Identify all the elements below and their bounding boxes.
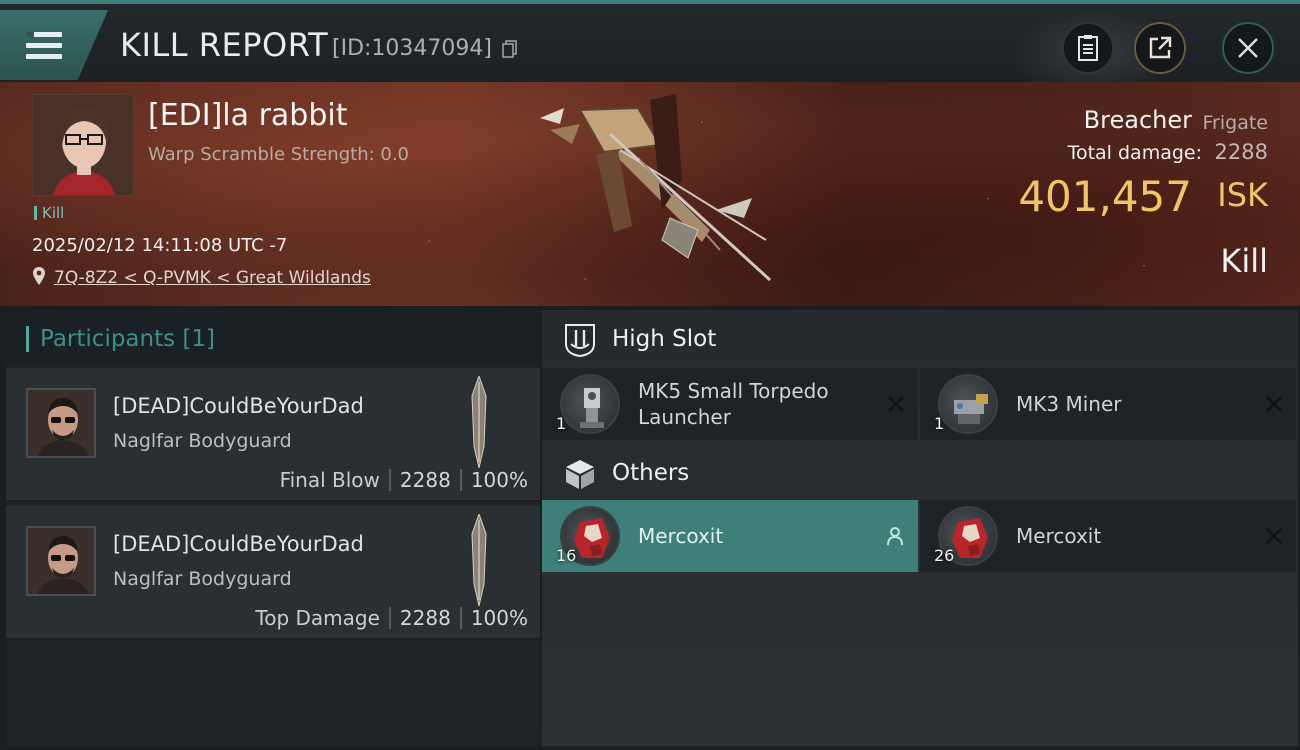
- victim-avatar-image: [33, 95, 133, 195]
- participants-header-accent: [26, 326, 29, 352]
- victim-portrait[interactable]: [32, 94, 134, 196]
- item-name: Mercoxit: [638, 524, 724, 548]
- torpedo-launcher-icon: [560, 374, 620, 434]
- participants-title: Participants [1]: [40, 326, 215, 352]
- destroyed-x-icon: [888, 396, 904, 412]
- cube-icon: [566, 460, 594, 489]
- item-quantity: 1: [934, 414, 945, 433]
- participant-role: Top Damage: [255, 606, 380, 630]
- victim-ship-image: [540, 94, 772, 282]
- total-damage-label: Total damage:: [1067, 142, 1202, 164]
- location-pin-icon: [33, 267, 45, 285]
- item-quantity: 1: [556, 414, 567, 433]
- top-bar: KILL REPORT [ID:10347094]: [0, 0, 1300, 98]
- victim-banner: [EDI]la rabbit Warp Scramble Strength: 0…: [0, 82, 1300, 306]
- participant-damage-percent: 100%: [470, 468, 528, 492]
- participant-name[interactable]: [DEAD]CouldBeYourDad: [113, 394, 364, 418]
- clipboard-button[interactable]: [1062, 22, 1114, 74]
- item-name: Mercoxit: [1016, 524, 1102, 548]
- menu-icon: [26, 32, 62, 62]
- participant-damage-percent: 100%: [470, 606, 528, 630]
- high-slot-icon: [565, 324, 595, 358]
- victim-ship-class: Frigate: [1202, 112, 1268, 134]
- participant-name[interactable]: [DEAD]CouldBeYourDad: [113, 532, 364, 556]
- participant-damage: 2288: [399, 606, 451, 630]
- fitting-item[interactable]: 1 MK5 Small Torpedo Launcher: [542, 368, 918, 440]
- kill-datetime: 2025/02/12 14:11:08 UTC -7: [32, 235, 288, 256]
- participant-stats: Final Blow 2288 100%: [280, 468, 528, 492]
- participants-count: [1]: [182, 326, 216, 352]
- kill-location-link[interactable]: 7Q-8Z2 < Q-PVMK < Great Wildlands: [54, 268, 371, 288]
- participant-ship-image: [471, 514, 487, 606]
- warp-scramble-strength: Warp Scramble Strength: 0.0: [148, 144, 410, 165]
- isk-unit: ISK: [1217, 176, 1268, 214]
- participant-avatar[interactable]: [26, 526, 96, 596]
- miner-icon: [938, 374, 998, 434]
- others-title: Others: [612, 460, 690, 486]
- victim-ship-name: Breacher: [1083, 106, 1192, 134]
- menu-button[interactable]: [0, 10, 108, 80]
- close-button[interactable]: [1222, 22, 1274, 74]
- item-quantity: 26: [934, 546, 955, 565]
- participant-ship-image: [471, 376, 487, 468]
- kill-tag: Kill: [34, 204, 64, 222]
- destroyed-x-icon: [1266, 528, 1282, 544]
- copy-icon[interactable]: [502, 40, 518, 58]
- participants-header: Participants [1]: [6, 310, 540, 366]
- share-icon: [1149, 36, 1172, 59]
- participant-avatar-image: [28, 390, 94, 456]
- others-header: Others: [542, 444, 1298, 500]
- participant-row[interactable]: [DEAD]CouldBeYourDad Naglfar Bodyguard F…: [6, 368, 540, 502]
- fitting-panel: High Slot 1 MK5 Small Torpedo Launcher 1…: [542, 310, 1298, 746]
- participant-ship: Naglfar Bodyguard: [113, 430, 292, 452]
- share-button[interactable]: [1134, 22, 1186, 74]
- high-slot-title: High Slot: [612, 326, 717, 352]
- participant-role: Final Blow: [279, 468, 380, 492]
- participants-panel: Participants [1] [DEAD]CouldBeYourDad Na…: [6, 310, 540, 746]
- high-slot-header: High Slot: [542, 310, 1298, 366]
- kill-status: Kill: [1220, 242, 1268, 280]
- victim-name[interactable]: [EDI]la rabbit: [148, 98, 347, 133]
- item-quantity: 16: [556, 546, 577, 565]
- total-damage-value: 2288: [1214, 140, 1268, 164]
- report-id: [ID:10347094]: [332, 36, 492, 61]
- participant-damage: 2288: [399, 468, 451, 492]
- fitting-item[interactable]: 1 MK3 Miner: [920, 368, 1296, 440]
- participant-row[interactable]: [DEAD]CouldBeYourDad Naglfar Bodyguard T…: [6, 506, 540, 640]
- cargo-item-selected[interactable]: 16 Mercoxit: [542, 500, 918, 572]
- page-title: KILL REPORT: [120, 26, 329, 64]
- participant-avatar-image: [28, 528, 94, 594]
- participant-stats: Top Damage 2288 100%: [255, 606, 528, 630]
- participants-title-text: Participants: [40, 326, 176, 352]
- participant-ship: Naglfar Bodyguard: [113, 568, 292, 590]
- destroyed-x-icon: [1266, 396, 1282, 412]
- cargo-item[interactable]: 26 Mercoxit: [920, 500, 1296, 572]
- clipboard-icon: [1078, 35, 1098, 61]
- person-icon: [887, 527, 903, 546]
- item-name: MK3 Miner: [1016, 392, 1122, 416]
- participant-avatar[interactable]: [26, 388, 96, 458]
- close-icon: [1238, 38, 1258, 58]
- item-name: MK5 Small Torpedo Launcher: [638, 379, 829, 429]
- isk-value: 401,457: [1018, 172, 1192, 221]
